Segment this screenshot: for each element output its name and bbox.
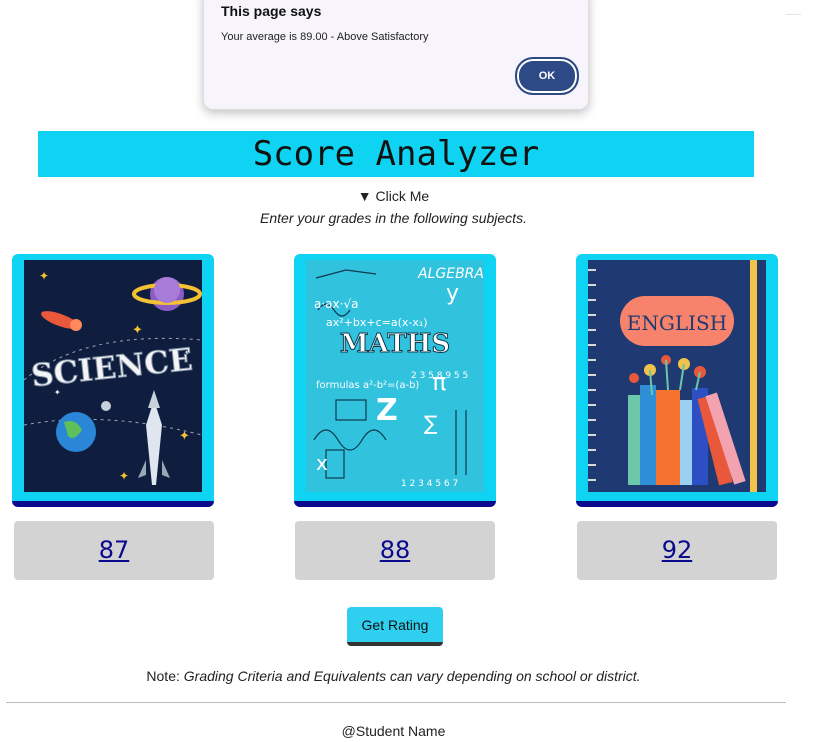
dialog-message: Your average is 89.00 - Above Satisfacto… — [221, 31, 429, 43]
maths-cover-text: MATHS — [340, 329, 450, 359]
svg-text:2 3 5 8 9 5 5: 2 3 5 8 9 5 5 — [411, 371, 468, 381]
note-text: Grading Criteria and Equivalents can var… — [183, 668, 641, 684]
svg-text:✦: ✦ — [132, 323, 143, 338]
svg-text:y: y — [446, 281, 459, 306]
english-cover-text: ENGLISH — [627, 311, 727, 335]
svg-text:Z: Z — [376, 393, 398, 428]
note-prefix: Note: — [146, 668, 184, 684]
svg-text:x: x — [316, 451, 328, 475]
grading-note: Note: Grading Criteria and Equivalents c… — [0, 668, 787, 684]
svg-text:✦: ✦ — [119, 469, 129, 483]
science-cover-image: ✦ ✦ ✦ ✦ ✦ ✦ SCIENCE — [24, 260, 202, 492]
svg-text:a·ax·√a: a·ax·√a — [314, 297, 358, 311]
maths-score-link[interactable]: 88 — [380, 536, 411, 564]
english-score-link[interactable]: 92 — [662, 536, 693, 564]
science-card: ✦ ✦ ✦ ✦ ✦ ✦ SCIENCE — [12, 254, 214, 507]
footer-divider — [6, 702, 786, 703]
svg-text:✦: ✦ — [39, 269, 49, 283]
maths-score-box: 88 — [295, 521, 495, 580]
instructions-text: Enter your grades in the following subje… — [260, 210, 527, 226]
english-cover-image: ENGLISH — [588, 260, 766, 492]
footer-student-name: @Student Name — [341, 723, 446, 739]
details-summary-toggle[interactable]: ▼ Click Me — [0, 188, 787, 204]
svg-text:ax²+bx+c=a(x-x₁): ax²+bx+c=a(x-x₁) — [326, 316, 428, 329]
dialog-title: This page says — [221, 3, 322, 19]
english-card: ENGLISH — [576, 254, 778, 507]
maths-cover-image: ALGEBRA a·ax·√a ax²+bx+c=a(x-x₁) formula… — [306, 260, 484, 492]
svg-text:1 2 3 4 5 6 7: 1 2 3 4 5 6 7 — [401, 479, 458, 489]
science-score-link[interactable]: 87 — [99, 536, 130, 564]
svg-text:✦: ✦ — [179, 429, 190, 444]
svg-text:formulas a²-b²=(a-b): formulas a²-b²=(a-b) — [316, 380, 419, 391]
english-score-box: 92 — [577, 521, 777, 580]
science-score-box: 87 — [14, 521, 214, 580]
dialog-ok-button[interactable]: OK — [515, 57, 579, 95]
svg-text:∑: ∑ — [424, 411, 438, 435]
maths-card: ALGEBRA a·ax·√a ax²+bx+c=a(x-x₁) formula… — [294, 254, 496, 507]
page-title: Score Analyzer — [38, 131, 754, 177]
top-right-divider — [786, 0, 801, 15]
maths-cover-subtitle: ALGEBRA — [417, 266, 484, 282]
alert-dialog: This page says Your average is 89.00 - A… — [203, 0, 589, 110]
get-rating-button[interactable]: Get Rating — [347, 607, 443, 646]
